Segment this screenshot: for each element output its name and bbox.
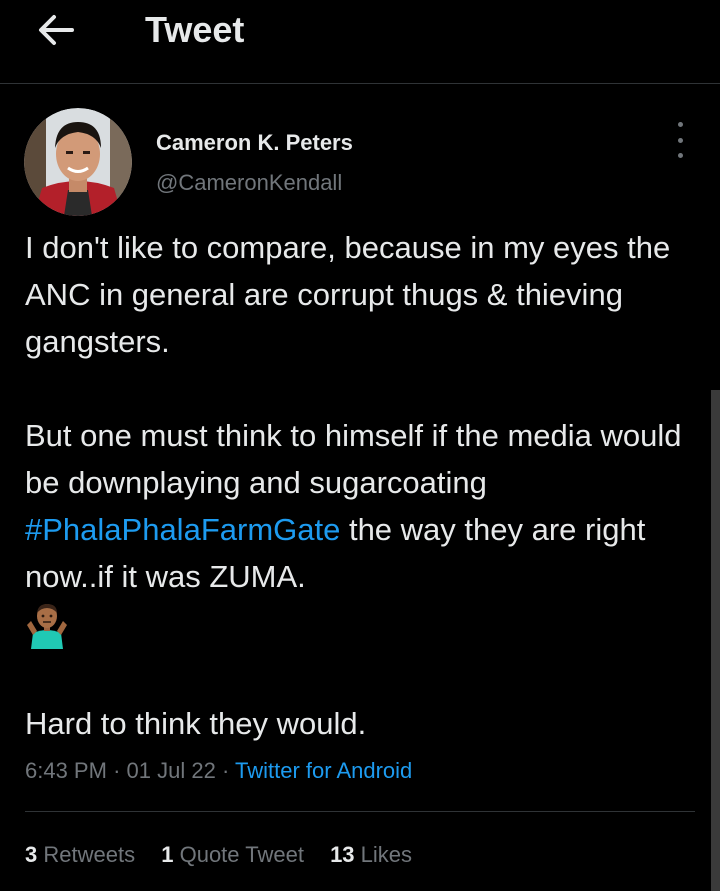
- tweet-paragraph: Hard to think they would.: [25, 706, 367, 741]
- tweet-meta: 6:43 PM · 01 Jul 22 · Twitter for Androi…: [25, 758, 412, 784]
- tweet-text-span: But one must think to himself if the med…: [25, 418, 682, 500]
- likes-stat[interactable]: 13 Likes: [330, 842, 412, 867]
- hashtag-link[interactable]: #PhalaPhalaFarmGate: [25, 512, 340, 547]
- retweets-label: Retweets: [43, 842, 136, 867]
- quotes-count: 1: [161, 842, 174, 867]
- page-title: Tweet: [145, 9, 245, 50]
- more-options-button[interactable]: [666, 122, 694, 158]
- likes-label: Likes: [360, 842, 413, 867]
- back-button[interactable]: [30, 8, 82, 52]
- retweets-count: 3: [25, 842, 38, 867]
- avatar[interactable]: [24, 108, 132, 216]
- tweet-source-link[interactable]: Twitter for Android: [235, 758, 412, 783]
- person-shrugging-emoji: [25, 603, 69, 649]
- tweet-time[interactable]: 6:43 PM: [25, 758, 107, 783]
- dot-icon: [677, 137, 683, 143]
- tweet-paragraph: I don't like to compare, because in my e…: [25, 230, 671, 359]
- quotes-label: Quote Tweet: [179, 842, 304, 867]
- dot-icon: [677, 122, 683, 127]
- tweet-stats: 3 Retweets 1 Quote Tweet 13 Likes: [25, 842, 432, 868]
- separator: ·: [221, 758, 230, 783]
- arrow-left-icon: [39, 15, 74, 45]
- tweet-date[interactable]: 01 Jul 22: [127, 758, 216, 783]
- author-display-name[interactable]: Cameron K. Peters: [156, 130, 353, 156]
- separator: ·: [113, 758, 121, 783]
- divider: [25, 811, 695, 812]
- likes-count: 13: [330, 842, 355, 867]
- retweets-stat[interactable]: 3 Retweets: [25, 842, 135, 867]
- scrollbar[interactable]: [711, 390, 720, 891]
- author-handle[interactable]: @CameronKendall: [156, 170, 342, 196]
- top-bar: Tweet: [0, 0, 720, 84]
- quote-tweets-stat[interactable]: 1 Quote Tweet: [161, 842, 304, 867]
- tweet-paragraph: But one must think to himself if the med…: [25, 412, 705, 600]
- tweet-body: I don't like to compare, because in my e…: [25, 224, 705, 600]
- dot-icon: [677, 153, 683, 158]
